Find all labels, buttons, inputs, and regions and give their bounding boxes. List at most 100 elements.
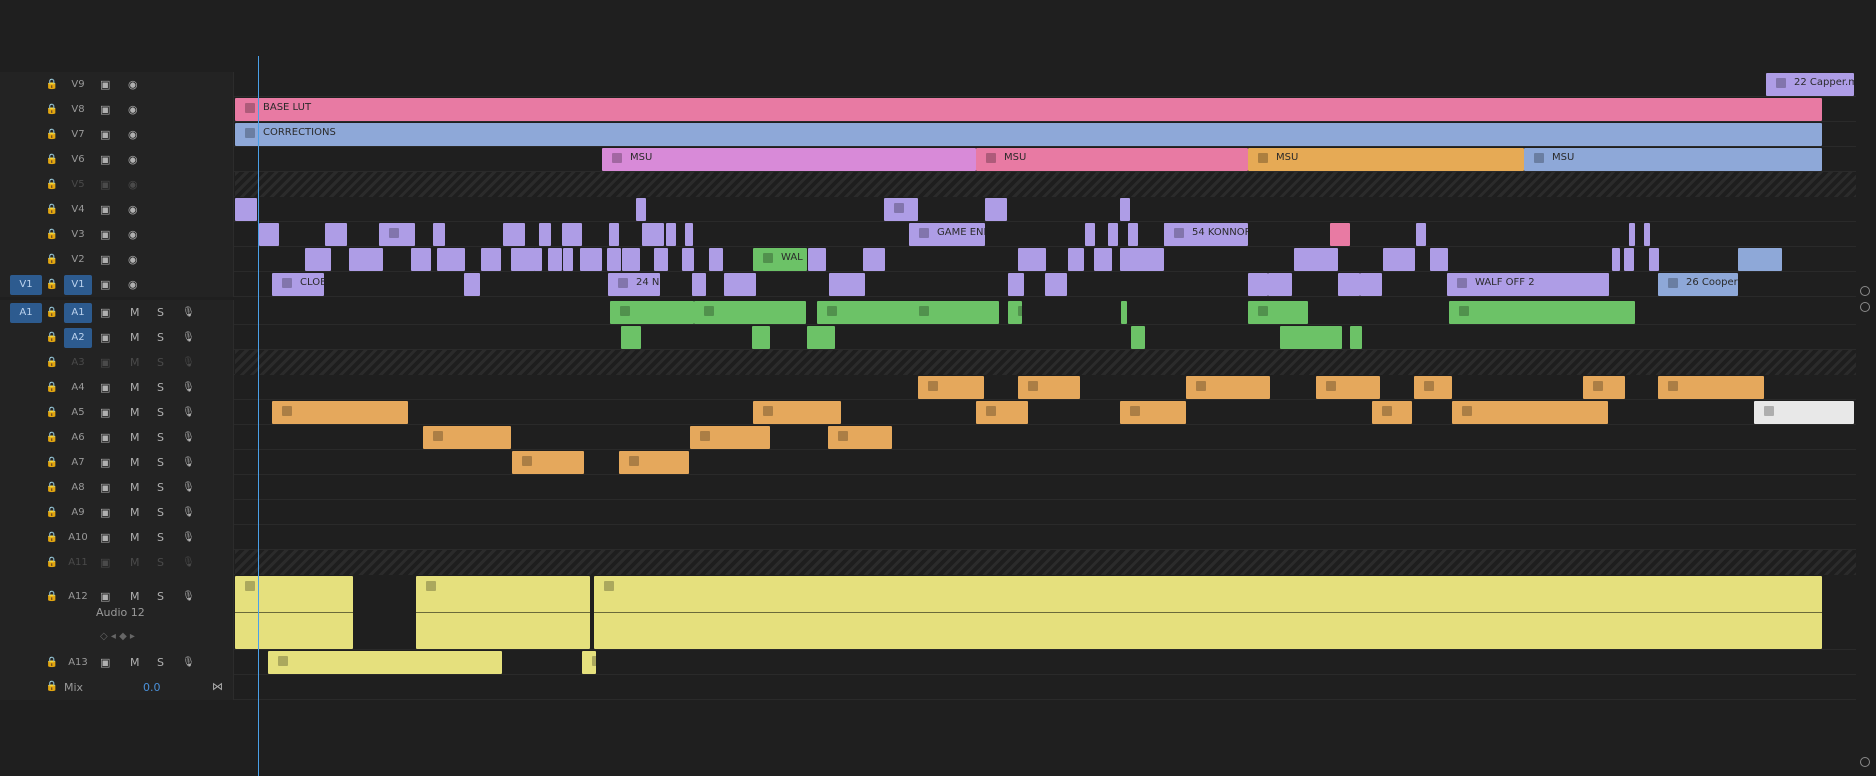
clip[interactable]	[918, 376, 984, 399]
film-icon[interactable]: ▣	[100, 556, 110, 570]
clip[interactable]	[642, 223, 664, 246]
mute-button[interactable]: M	[130, 306, 140, 320]
track-name-v6[interactable]: V6	[64, 153, 92, 167]
clip[interactable]	[985, 198, 1007, 221]
eye-icon[interactable]: ◉	[128, 78, 138, 92]
microphone-icon[interactable]: 🎙	[182, 406, 195, 420]
clip[interactable]	[808, 248, 826, 271]
lock-icon[interactable]: 🔒	[45, 506, 59, 520]
clip[interactable]: CORRECTIONS	[235, 123, 1822, 146]
clip[interactable]	[1449, 301, 1635, 324]
mute-button[interactable]: M	[130, 331, 140, 345]
clip[interactable]	[1068, 248, 1084, 271]
collapse-icon[interactable]: ⋈	[212, 680, 223, 694]
eye-icon[interactable]: ◉	[128, 153, 138, 167]
film-icon[interactable]: ▣	[100, 590, 110, 604]
clip[interactable]	[1131, 326, 1145, 349]
lock-icon[interactable]: 🔒	[45, 656, 59, 670]
lock-icon[interactable]: 🔒	[45, 556, 59, 570]
clip[interactable]	[976, 401, 1028, 424]
clip[interactable]	[503, 223, 525, 246]
clip[interactable]	[1430, 248, 1448, 271]
source-patch-v1[interactable]: V1	[10, 274, 42, 295]
track-name-a11[interactable]: A11	[64, 556, 92, 570]
lock-icon[interactable]: 🔒	[45, 153, 59, 167]
clip[interactable]: 26 Cooper	[1658, 273, 1738, 296]
solo-button[interactable]: S	[157, 406, 164, 420]
clip[interactable]	[607, 248, 621, 271]
film-icon[interactable]: ▣	[100, 128, 110, 142]
lock-icon[interactable]: 🔒	[45, 306, 59, 320]
clip[interactable]: 22 Capper.mo	[1766, 73, 1854, 96]
clip[interactable]	[1649, 248, 1659, 271]
clip[interactable]	[379, 223, 415, 246]
solo-button[interactable]: S	[157, 331, 164, 345]
clip[interactable]: WALF OFF 2	[1447, 273, 1609, 296]
clip[interactable]	[709, 248, 723, 271]
solo-button[interactable]: S	[157, 556, 164, 570]
track-name-a6[interactable]: A6	[64, 431, 92, 445]
clip[interactable]	[636, 198, 646, 221]
eye-icon[interactable]: ◉	[128, 278, 138, 292]
clip[interactable]	[863, 248, 885, 271]
track-name-a8[interactable]: A8	[64, 481, 92, 495]
lock-icon[interactable]: 🔒	[45, 531, 59, 545]
lock-icon[interactable]: 🔒	[45, 103, 59, 117]
clip[interactable]	[909, 301, 999, 324]
clip[interactable]	[1128, 223, 1138, 246]
microphone-icon[interactable]: 🎙	[182, 506, 195, 520]
clip[interactable]	[654, 248, 668, 271]
mute-button[interactable]: M	[130, 590, 140, 604]
volume-rubber-band[interactable]	[235, 612, 353, 613]
film-icon[interactable]: ▣	[100, 506, 110, 520]
playhead[interactable]	[258, 56, 259, 776]
scroll-handle-upper[interactable]	[1860, 286, 1870, 296]
lock-icon[interactable]: 🔒	[45, 203, 59, 217]
film-icon[interactable]: ▣	[100, 153, 110, 167]
clip[interactable]	[1629, 223, 1635, 246]
clip[interactable]: 24 N	[608, 273, 660, 296]
eye-icon[interactable]: ◉	[128, 128, 138, 142]
track-name-v1[interactable]: V1	[64, 274, 92, 295]
clip[interactable]	[724, 273, 756, 296]
mute-button[interactable]: M	[130, 356, 140, 370]
clip[interactable]: MSU	[602, 148, 976, 171]
clip[interactable]	[1754, 401, 1854, 424]
clip[interactable]	[884, 198, 918, 221]
clip[interactable]	[1045, 273, 1067, 296]
lock-icon[interactable]: 🔒	[45, 590, 59, 604]
track-name-v8[interactable]: V8	[64, 103, 92, 117]
clip[interactable]	[1018, 248, 1046, 271]
keyframe-nav-icon[interactable]: ◇ ◂ ◆ ▸	[100, 630, 135, 644]
clip[interactable]	[562, 223, 582, 246]
clip[interactable]	[1280, 326, 1342, 349]
clip[interactable]	[621, 326, 641, 349]
eye-icon[interactable]: ◉	[128, 228, 138, 242]
clip[interactable]: -1.0	[1330, 223, 1350, 246]
track-name-v9[interactable]: V9	[64, 78, 92, 92]
clip[interactable]	[539, 223, 551, 246]
clip[interactable]	[1294, 248, 1338, 271]
microphone-icon[interactable]: 🎙	[182, 590, 195, 604]
clip[interactable]	[1360, 273, 1382, 296]
solo-button[interactable]: S	[157, 531, 164, 545]
microphone-icon[interactable]: 🎙	[182, 456, 195, 470]
clip[interactable]	[1008, 301, 1022, 324]
clip[interactable]	[235, 198, 257, 221]
clip[interactable]	[235, 576, 353, 649]
lock-icon[interactable]: 🔒	[45, 680, 59, 694]
film-icon[interactable]: ▣	[100, 456, 110, 470]
clip[interactable]	[433, 223, 445, 246]
microphone-icon[interactable]: 🎙	[182, 381, 195, 395]
eye-icon[interactable]: ◉	[128, 178, 138, 192]
clip[interactable]	[1108, 223, 1118, 246]
clip[interactable]	[1186, 376, 1270, 399]
film-icon[interactable]: ▣	[100, 253, 110, 267]
lock-icon[interactable]: 🔒	[45, 406, 59, 420]
film-icon[interactable]: ▣	[100, 356, 110, 370]
clip[interactable]	[1644, 223, 1650, 246]
solo-button[interactable]: S	[157, 306, 164, 320]
lock-icon[interactable]: 🔒	[45, 456, 59, 470]
clip[interactable]	[1120, 198, 1130, 221]
clip[interactable]	[690, 426, 770, 449]
